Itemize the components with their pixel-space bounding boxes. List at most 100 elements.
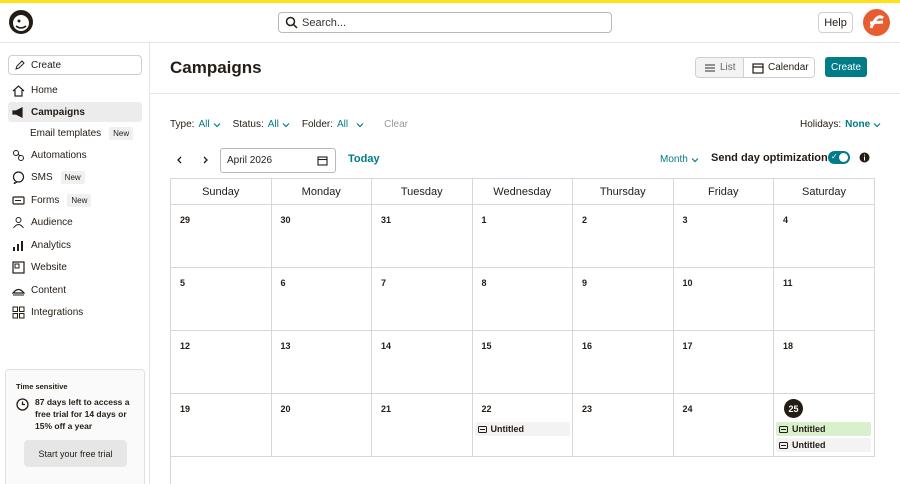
new-badge: New	[67, 193, 92, 207]
day-number: 4	[783, 215, 789, 225]
promo-tag: Time sensitive	[16, 382, 68, 391]
day-number: 11	[783, 278, 793, 288]
calendar-day-cell[interactable]: 9	[573, 268, 674, 331]
calendar-day-cell[interactable]: 18	[774, 331, 875, 394]
sidebar-item-home[interactable]: Home	[8, 80, 142, 100]
sidebar-item-label: Audience	[31, 216, 73, 228]
sidebar-create-button[interactable]: Create	[8, 55, 142, 75]
calendar-day-cell[interactable]: 7	[372, 268, 473, 331]
calendar-day-cell[interactable]: 13	[271, 331, 372, 394]
send-day-optimization-toggle[interactable]: ✓	[828, 151, 850, 164]
info-icon[interactable]	[859, 152, 870, 163]
list-view-label: List	[720, 62, 736, 73]
month-view-select[interactable]: Month	[660, 154, 699, 165]
campaign-event[interactable]: Untitled	[776, 422, 871, 436]
view-toggle: List Calendar	[695, 57, 815, 78]
sidebar-item-automations[interactable]: Automations	[8, 145, 142, 165]
content-icon	[12, 284, 25, 297]
sidebar-item-label: Home	[31, 84, 58, 96]
calendar-day-cell[interactable]: 5	[171, 268, 272, 331]
clock-icon	[16, 398, 29, 411]
calendar-day-cell[interactable]: 4	[774, 205, 875, 268]
campaign-event[interactable]: Untitled	[776, 438, 871, 452]
calendar-day-cell[interactable]: 22 Untitled	[472, 394, 573, 457]
website-icon	[12, 260, 25, 274]
status-filter-label: Status:	[232, 119, 264, 130]
date-picker-value: April 2026	[227, 155, 273, 166]
calendar-day-cell[interactable]: 19	[171, 394, 272, 457]
calendar-day-cell[interactable]: 2	[573, 205, 674, 268]
filter-bar: Type: All Status: All Folder: All Clear	[170, 119, 408, 130]
next-month-button[interactable]	[199, 154, 211, 166]
day-number: 19	[180, 404, 191, 414]
email-icon	[779, 425, 788, 433]
day-number: 25	[784, 399, 803, 418]
today-button[interactable]: Today	[348, 153, 380, 165]
list-view-button[interactable]: List	[696, 58, 744, 77]
campaign-event-label: Untitled	[792, 424, 826, 434]
sidebar: Create Home Campaigns Automations SMS New For…	[0, 43, 150, 484]
calendar-day-cell[interactable]: 20	[271, 394, 372, 457]
sidebar-item-label: Integrations	[31, 306, 84, 318]
calendar-day-cell[interactable]: 30	[271, 205, 372, 268]
sidebar-item-website[interactable]: Website	[8, 257, 142, 277]
promo-message: 87 days left to access a free trial for …	[35, 397, 130, 431]
mailchimp-logo[interactable]	[8, 9, 34, 35]
sidebar-item-email-templates[interactable]: Email templates New	[30, 125, 134, 141]
search-input[interactable]: Search...	[278, 12, 612, 33]
day-number: 14	[381, 341, 392, 351]
calendar-day-cell[interactable]: 15	[472, 331, 573, 394]
type-filter[interactable]: Type: All	[170, 119, 221, 130]
folder-filter[interactable]: Folder: All	[302, 119, 364, 130]
calendar-day-cell[interactable]: 17	[673, 331, 774, 394]
day-number: 31	[381, 215, 392, 225]
holidays-filter[interactable]: Holidays: None	[800, 119, 881, 130]
list-icon	[704, 62, 716, 74]
calendar-day-cell[interactable]: 3	[673, 205, 774, 268]
calendar-day-cell[interactable]: 24	[673, 394, 774, 457]
new-badge: New	[60, 170, 85, 184]
sidebar-item-content[interactable]: Content	[8, 280, 142, 300]
calendar-day-cell[interactable]: 12	[171, 331, 272, 394]
campaign-event[interactable]: Untitled	[474, 422, 570, 436]
day-number: 16	[582, 341, 593, 351]
calendar-day-cell[interactable]: 6	[271, 268, 372, 331]
calendar-day-cell[interactable]: 14	[372, 331, 473, 394]
day-header-saturday: Saturday	[774, 179, 875, 205]
sidebar-item-campaigns[interactable]: Campaigns	[8, 102, 142, 122]
help-button[interactable]: Help	[818, 12, 853, 33]
megaphone-icon	[12, 106, 25, 119]
calendar-view-button[interactable]: Calendar	[744, 58, 814, 77]
date-picker-input[interactable]: April 2026	[220, 148, 336, 173]
main-content: Campaigns List Calendar Create Type: All…	[150, 43, 900, 484]
status-filter[interactable]: Status: All	[233, 119, 290, 130]
calendar-day-cell[interactable]: 31	[372, 205, 473, 268]
sidebar-sub-label: Email templates	[30, 127, 102, 139]
previous-month-button[interactable]	[174, 154, 186, 166]
day-header-friday: Friday	[673, 179, 774, 205]
sidebar-item-forms[interactable]: Forms New	[8, 190, 142, 210]
sidebar-item-audience[interactable]: Audience	[8, 212, 142, 232]
sidebar-item-sms[interactable]: SMS New	[8, 167, 142, 187]
status-filter-value: All	[267, 119, 279, 130]
day-header-thursday: Thursday	[573, 179, 674, 205]
avatar[interactable]	[863, 9, 890, 36]
calendar-day-cell[interactable]: 8	[472, 268, 573, 331]
calendar-day-cell[interactable]: 1	[472, 205, 573, 268]
integrations-icon	[12, 306, 25, 319]
calendar-day-cell[interactable]: 23	[573, 394, 674, 457]
clear-filters-link[interactable]: Clear	[384, 119, 408, 130]
sidebar-item-integrations[interactable]: Integrations	[8, 302, 142, 322]
calendar-day-cell[interactable]: 11	[774, 268, 875, 331]
calendar-day-cell[interactable]: 10	[673, 268, 774, 331]
create-campaign-button[interactable]: Create	[825, 57, 867, 77]
sidebar-item-analytics[interactable]: Analytics	[8, 235, 142, 255]
automation-icon	[12, 149, 25, 162]
calendar-day-cell[interactable]: 25 Untitled Untitled	[774, 394, 875, 457]
sms-icon	[12, 170, 25, 184]
calendar-day-cell[interactable]: 29	[171, 205, 272, 268]
day-number: 7	[381, 278, 387, 288]
start-trial-button[interactable]: Start your free trial	[24, 440, 127, 467]
calendar-day-cell[interactable]: 21	[372, 394, 473, 457]
calendar-day-cell[interactable]: 16	[573, 331, 674, 394]
